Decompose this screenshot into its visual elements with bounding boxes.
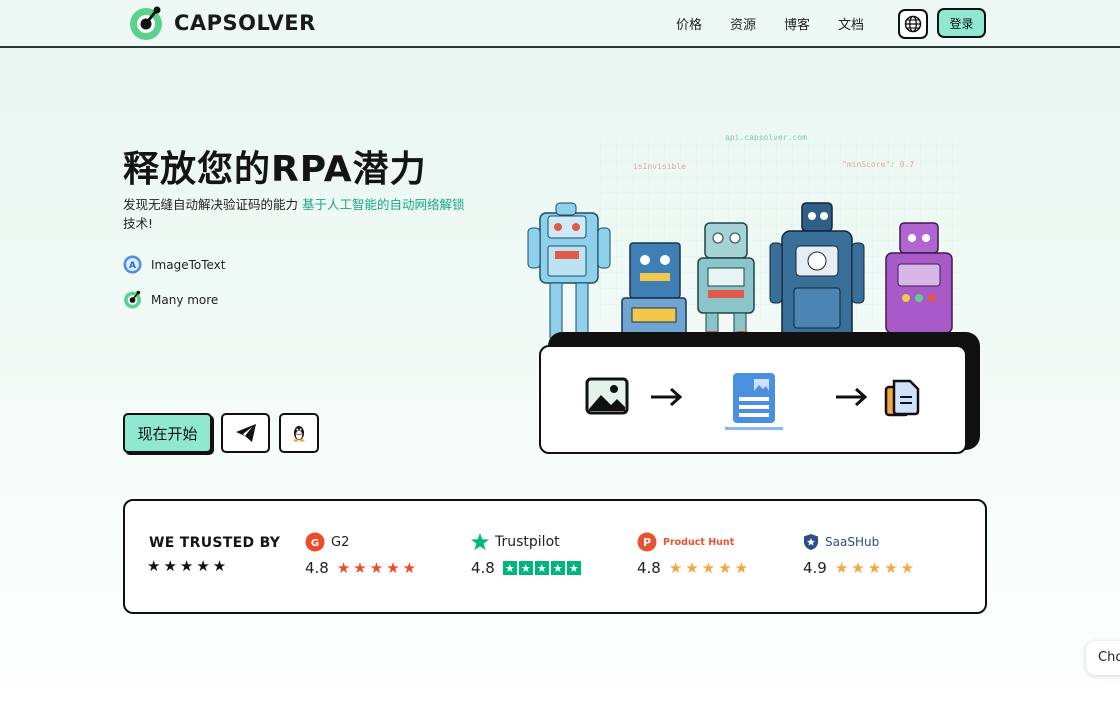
review-score: 4.9 bbox=[803, 559, 827, 577]
review-name: SaaSHub bbox=[825, 535, 880, 549]
trust-bar: WE TRUSTED BY ★★★★★ G G2 4.8 ★★★★★ Trust… bbox=[123, 499, 987, 614]
feature-label: ImageToText bbox=[151, 257, 226, 272]
review-trustpilot[interactable]: Trustpilot 4.8 ★ ★ ★ ★ ★ bbox=[471, 531, 581, 577]
language-button[interactable] bbox=[898, 9, 928, 39]
document-image-icon bbox=[725, 373, 783, 430]
feature-item-many-more[interactable]: Many more bbox=[123, 290, 218, 309]
get-started-button[interactable]: 现在开始 bbox=[123, 413, 212, 453]
trustpilot-star-icon bbox=[471, 533, 489, 550]
minscore-label: "minScore": 0.7 bbox=[842, 160, 915, 169]
nav-links: 价格 资源 博客 文档 bbox=[676, 14, 864, 33]
review-product-hunt[interactable]: P Product Hunt 4.8 ★★★★★ bbox=[637, 531, 751, 577]
login-button[interactable]: 登录 bbox=[937, 8, 986, 38]
nav-link-resources[interactable]: 资源 bbox=[730, 14, 756, 33]
review-name: Trustpilot bbox=[495, 534, 560, 550]
feature-item-imagetotext[interactable]: A ImageToText bbox=[123, 255, 225, 274]
nav-link-docs[interactable]: 文档 bbox=[838, 14, 864, 33]
api-label: api.capsolver.com bbox=[725, 133, 807, 142]
rating-stars: ★★★★★ bbox=[502, 561, 581, 575]
qq-button[interactable] bbox=[279, 413, 319, 453]
nav-link-pricing[interactable]: 价格 bbox=[676, 14, 702, 33]
hero-description: 发现无缝自动解决验证码的能力 基于人工智能的自动网络解锁 技术! bbox=[123, 195, 479, 233]
g2-logo-icon: G bbox=[305, 532, 325, 552]
documents-icon bbox=[884, 379, 920, 417]
cta-row: 现在开始 bbox=[123, 413, 319, 453]
qq-penguin-icon bbox=[293, 426, 305, 442]
svg-text:A: A bbox=[129, 261, 136, 271]
trust-title: WE TRUSTED BY bbox=[149, 535, 281, 551]
hero-desc-text: 发现无缝自动解决验证码的能力 bbox=[123, 197, 302, 212]
logo[interactable]: CAPSOLVER bbox=[128, 5, 316, 41]
image-icon bbox=[585, 377, 629, 415]
invisible-label: isInvisible bbox=[633, 162, 686, 171]
hero-desc-end: 技术! bbox=[123, 216, 154, 231]
chat-widget-button[interactable]: Cho bbox=[1086, 641, 1120, 675]
imagetotext-icon: A bbox=[123, 255, 142, 274]
page-title: 释放您的RPA潜力 bbox=[123, 149, 427, 190]
rating-stars: ★★★★★ bbox=[834, 559, 918, 577]
hero-desc-highlight: 基于人工智能的自动网络解锁 bbox=[301, 197, 465, 212]
nav-link-blog[interactable]: 博客 bbox=[784, 14, 810, 33]
robot-teal bbox=[697, 222, 755, 341]
review-name: G2 bbox=[331, 534, 350, 550]
arrow-right-icon bbox=[651, 387, 683, 407]
saashub-shield-icon bbox=[804, 534, 818, 550]
robot-blue bbox=[621, 242, 687, 339]
review-score: 4.8 bbox=[637, 559, 661, 577]
rating-stars: ★★★★★ bbox=[668, 559, 752, 577]
globe-icon bbox=[904, 15, 922, 33]
telegram-button[interactable] bbox=[221, 413, 270, 453]
review-name: Product Hunt bbox=[663, 536, 735, 548]
svg-text:P: P bbox=[643, 536, 651, 549]
product-hunt-logo-icon: P bbox=[637, 532, 657, 552]
review-score: 4.8 bbox=[305, 559, 329, 577]
robot-light-blue bbox=[527, 202, 611, 339]
capsolver-small-icon bbox=[124, 290, 141, 309]
trust-stars: ★★★★★ bbox=[147, 557, 230, 575]
review-g2[interactable]: G G2 4.8 ★★★★★ bbox=[305, 531, 419, 577]
telegram-icon bbox=[235, 424, 256, 442]
rating-stars: ★★★★★ bbox=[336, 559, 420, 577]
arrow-right-icon bbox=[836, 387, 868, 407]
conversion-panel bbox=[539, 345, 967, 454]
svg-text:G: G bbox=[311, 538, 319, 549]
capsolver-logo-icon bbox=[130, 6, 162, 40]
top-nav: CAPSOLVER 价格 资源 博客 文档 登录 bbox=[0, 0, 1120, 48]
brand-name: CAPSOLVER bbox=[174, 11, 316, 35]
review-score: 4.8 bbox=[471, 559, 495, 577]
review-saashub[interactable]: SaaSHub 4.9 ★★★★★ bbox=[803, 531, 917, 577]
feature-label: Many more bbox=[151, 292, 219, 307]
